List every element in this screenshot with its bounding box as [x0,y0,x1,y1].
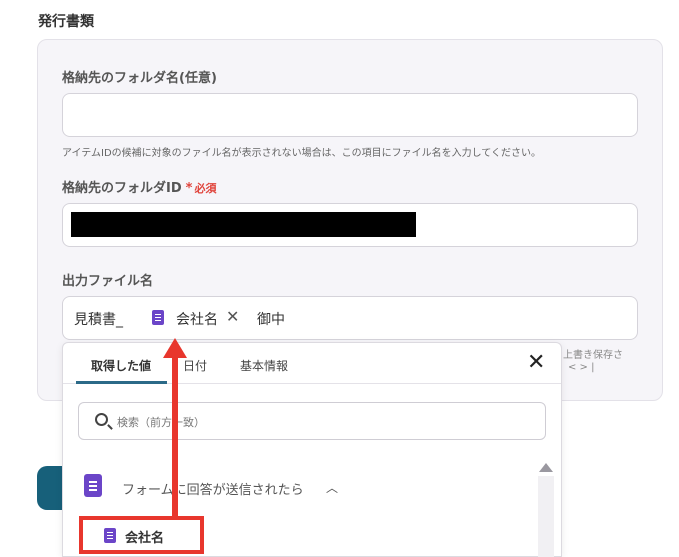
annotation-arrow-head [163,338,187,358]
item-doc-icon [104,528,116,543]
folder-name-help: アイテムIDの候補に対象のファイル名が表示されない場合は、この項目にファイル名を… [62,148,542,159]
clipped-help-text: 上書き保存さ [563,350,623,361]
chip-label: 会社名 [176,312,218,328]
output-filename-label: 出力ファイル名 [62,274,154,289]
scroll-up-arrow-icon[interactable] [539,463,553,472]
redacted-value [71,212,416,237]
scrollbar-track[interactable] [538,476,554,557]
required-text: 必須 [194,182,217,195]
folder-name-label: 格納先のフォルダ名(任意) [62,71,217,86]
tab-acquired-values[interactable]: 取得した値 [91,357,151,374]
close-icon[interactable]: ✕ [527,350,545,376]
tab-basic-info[interactable]: 基本情報 [240,357,288,374]
trigger-group-label[interactable]: フォームに回答が送信されたら [122,479,304,498]
output-suffix-text: 御中 [257,312,285,328]
form-doc-icon [152,310,164,325]
folder-name-input[interactable] [62,93,638,137]
tab-date[interactable]: 日付 [183,357,207,374]
output-prefix-text: 見積書_ [74,312,123,328]
annotation-arrow [172,354,178,518]
required-star: * [185,181,193,196]
folder-id-label-text: 格納先のフォルダID [62,181,182,196]
section-title: 発行書類 [38,14,94,30]
company-name-item[interactable]: 会社名 [125,527,164,546]
chevron-up-icon[interactable]: ︿ [326,479,338,496]
active-tab-indicator [76,381,167,384]
search-placeholder: 検索（前方一致） [117,416,205,429]
clipped-help-chars: < > | [568,362,595,373]
search-icon [95,413,108,426]
form-group-icon [84,474,102,497]
chip-remove-icon[interactable]: ✕ [226,307,239,327]
folder-id-label: 格納先のフォルダID * 必須 [62,177,216,196]
